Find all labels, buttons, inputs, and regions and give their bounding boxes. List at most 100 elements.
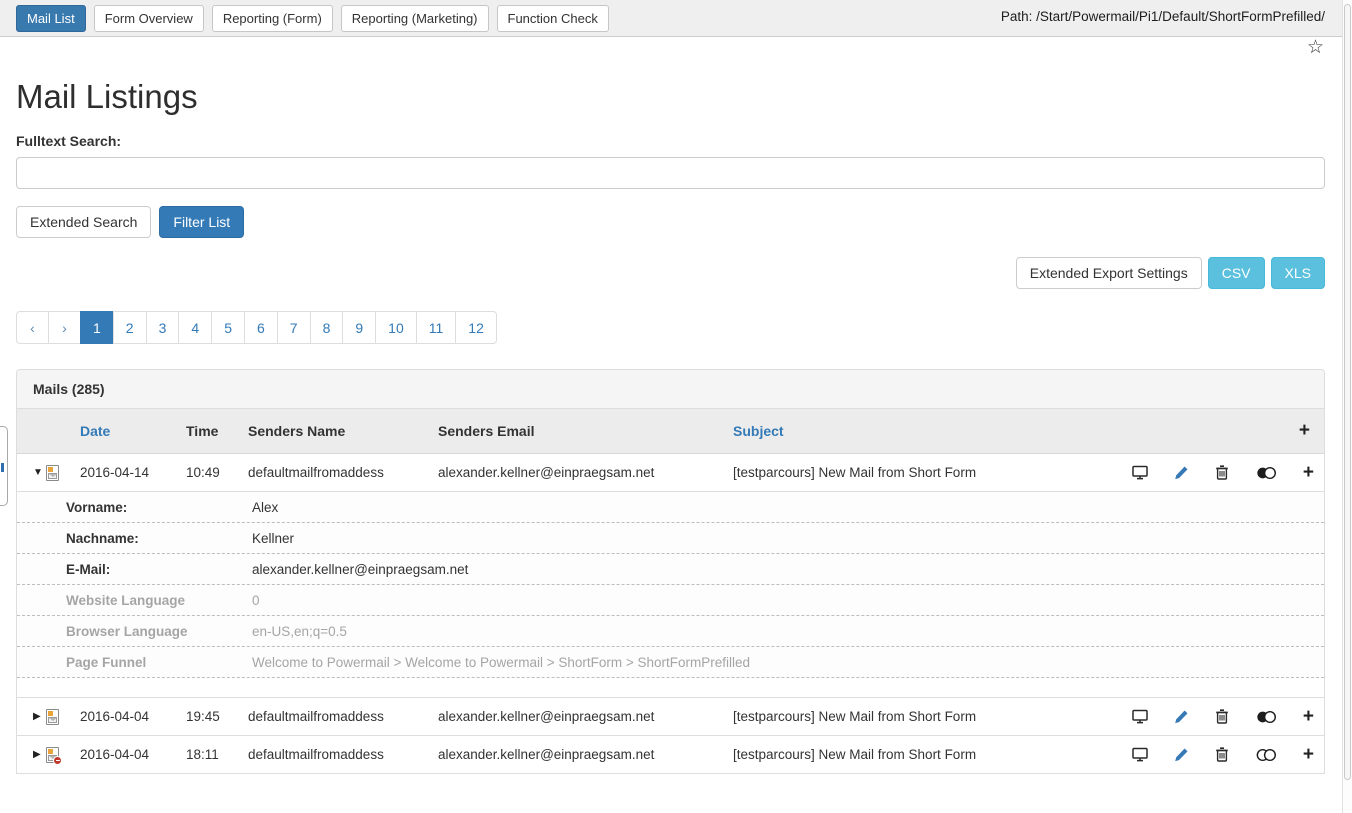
delete-trash-icon[interactable] <box>1215 465 1229 480</box>
detail-row-nachname: Nachname: Kellner <box>17 523 1324 554</box>
caret-right-icon[interactable]: ▶ <box>33 711 46 722</box>
cell-date: 2016-04-14 <box>80 465 186 480</box>
detail-value: alexander.kellner@einpraegsam.net <box>252 562 1324 577</box>
scrollbar-thumb[interactable] <box>1344 4 1351 780</box>
pagination-page-3[interactable]: 3 <box>146 311 180 344</box>
detail-label: Browser Language <box>66 624 252 639</box>
cell-date: 2016-04-04 <box>80 747 186 762</box>
detail-value: Welcome to Powermail > Welcome to Powerm… <box>252 655 1324 670</box>
detail-label: Nachname: <box>66 531 252 546</box>
caret-down-icon[interactable]: ▼ <box>33 467 46 478</box>
cell-senders-email: alexander.kellner@einpraegsam.net <box>438 709 733 724</box>
csv-export-button[interactable]: CSV <box>1208 257 1265 289</box>
edit-pencil-icon[interactable] <box>1174 709 1189 724</box>
column-date[interactable]: Date <box>80 423 186 439</box>
column-subject[interactable]: Subject <box>733 423 1112 439</box>
detail-value: 0 <box>252 593 1324 608</box>
detail-label: Vorname: <box>66 500 252 515</box>
fulltext-search-label: Fulltext Search: <box>16 133 1325 149</box>
tab-reporting-form[interactable]: Reporting (Form) <box>212 5 333 32</box>
table-row: ▶ 2016-04-04 19:45 defaultmailfromaddess… <box>17 698 1324 736</box>
row-actions: + <box>1112 745 1324 764</box>
pagination-page-10[interactable]: 10 <box>375 311 417 344</box>
filter-button-row: Extended Search Filter List <box>16 206 1325 238</box>
pagination-page-5[interactable]: 5 <box>211 311 245 344</box>
pagination-page-12[interactable]: 12 <box>455 311 497 344</box>
mails-panel: Mails (285) Date Time Senders Name Sende… <box>16 369 1325 774</box>
edit-pencil-icon[interactable] <box>1174 465 1189 480</box>
detail-row-browser-language: Browser Language en-US,en;q=0.5 <box>17 616 1324 647</box>
detail-value: Alex <box>252 500 1324 515</box>
detail-row-vorname: Vorname: Alex <box>17 492 1324 523</box>
detail-label: Website Language <box>66 593 252 608</box>
tab-mail-list[interactable]: Mail List <box>16 5 86 32</box>
cell-date: 2016-04-04 <box>80 709 186 724</box>
preview-icon[interactable] <box>1132 709 1148 724</box>
nav-collapse-handle[interactable] <box>0 426 8 506</box>
add-plus-icon[interactable]: + <box>1303 463 1314 482</box>
cell-subject: [testparcours] New Mail from Short Form <box>733 465 1112 480</box>
cell-senders-email: alexander.kellner@einpraegsam.net <box>438 747 733 762</box>
doc-header: Mail List Form Overview Reporting (Form)… <box>0 0 1352 37</box>
mail-record-icon <box>46 709 59 725</box>
cell-subject: [testparcours] New Mail from Short Form <box>733 709 1112 724</box>
nav-handle-icon <box>1 463 4 472</box>
pagination-page-6[interactable]: 6 <box>244 311 278 344</box>
mail-record-hidden-icon <box>46 747 59 763</box>
visibility-toggle-off-icon[interactable] <box>1256 748 1277 762</box>
pagination-page-4[interactable]: 4 <box>178 311 212 344</box>
detail-label: Page Funnel <box>66 655 252 670</box>
export-button-row: Extended Export Settings CSV XLS <box>16 257 1325 289</box>
edit-pencil-icon[interactable] <box>1174 747 1189 762</box>
page-title: Mail Listings <box>16 78 1325 116</box>
detail-row-email: E-Mail: alexander.kellner@einpraegsam.ne… <box>17 554 1324 585</box>
column-time: Time <box>186 423 248 439</box>
cell-subject: [testparcours] New Mail from Short Form <box>733 747 1112 762</box>
preview-icon[interactable] <box>1132 465 1148 480</box>
pagination-page-8[interactable]: 8 <box>310 311 344 344</box>
extended-search-button[interactable]: Extended Search <box>16 206 151 238</box>
cell-senders-name: defaultmailfromaddess <box>248 709 438 724</box>
column-senders-email: Senders Email <box>438 423 733 439</box>
main-content: Mail Listings Fulltext Search: Extended … <box>0 78 1352 774</box>
cell-time: 18:11 <box>186 747 248 762</box>
detail-row-website-language: Website Language 0 <box>17 585 1324 616</box>
breadcrumb-path: Path: /Start/Powermail/Pi1/Default/Short… <box>1001 9 1325 24</box>
detail-spacer <box>17 678 1324 698</box>
mails-panel-title: Mails (285) <box>17 370 1324 409</box>
extended-export-settings-button[interactable]: Extended Export Settings <box>1016 257 1202 289</box>
mail-record-icon <box>46 465 59 481</box>
pagination-page-9[interactable]: 9 <box>342 311 376 344</box>
cell-senders-email: alexander.kellner@einpraegsam.net <box>438 465 733 480</box>
visibility-toggle-on-icon[interactable] <box>1256 710 1277 724</box>
add-column-button[interactable]: + <box>1112 420 1324 442</box>
detail-value: en-US,en;q=0.5 <box>252 624 1324 639</box>
pagination-page-11[interactable]: 11 <box>416 311 457 344</box>
detail-label: E-Mail: <box>66 562 252 577</box>
tab-reporting-marketing[interactable]: Reporting (Marketing) <box>341 5 489 32</box>
pagination: ‹ › 1 2 3 4 5 6 7 8 9 10 11 12 <box>16 311 497 344</box>
visibility-toggle-on-icon[interactable] <box>1256 466 1277 480</box>
bookmark-star-icon[interactable]: ☆ <box>1307 38 1324 57</box>
pagination-page-1[interactable]: 1 <box>80 311 114 344</box>
delete-trash-icon[interactable] <box>1215 747 1229 762</box>
preview-icon[interactable] <box>1132 747 1148 762</box>
cell-senders-name: defaultmailfromaddess <box>248 465 438 480</box>
xls-export-button[interactable]: XLS <box>1271 257 1325 289</box>
delete-trash-icon[interactable] <box>1215 709 1229 724</box>
add-plus-icon[interactable]: + <box>1303 707 1314 726</box>
cell-time: 19:45 <box>186 709 248 724</box>
filter-list-button[interactable]: Filter List <box>159 206 244 238</box>
pagination-page-7[interactable]: 7 <box>277 311 311 344</box>
table-header-row: Date Time Senders Name Senders Email Sub… <box>17 409 1324 454</box>
pagination-next[interactable]: › <box>48 311 81 344</box>
tab-function-check[interactable]: Function Check <box>497 5 609 32</box>
fulltext-search-input[interactable] <box>16 157 1325 189</box>
caret-right-icon[interactable]: ▶ <box>33 749 46 760</box>
vertical-scrollbar[interactable] <box>1342 0 1352 813</box>
detail-row-page-funnel: Page Funnel Welcome to Powermail > Welco… <box>17 647 1324 678</box>
pagination-page-2[interactable]: 2 <box>113 311 147 344</box>
tab-form-overview[interactable]: Form Overview <box>94 5 204 32</box>
add-plus-icon[interactable]: + <box>1303 745 1314 764</box>
pagination-prev[interactable]: ‹ <box>16 311 49 344</box>
